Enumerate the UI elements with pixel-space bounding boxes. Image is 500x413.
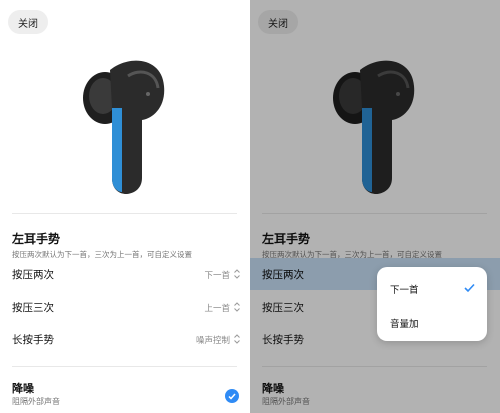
row-label: 长按手势 xyxy=(12,334,54,346)
settings-panel-right: 关闭 左耳手势 按压两次默认为下一首，三次为上一首，可自定义设置 按压两次 按压… xyxy=(250,0,500,413)
popup-option-label: 音量加 xyxy=(390,319,419,330)
row-press-twice[interactable]: 按压两次 下一首 xyxy=(0,260,250,290)
row-press-three-times[interactable]: 按压三次 上一首 xyxy=(0,293,250,323)
popup-option-volume-up[interactable]: 音量加 xyxy=(377,305,487,339)
row-label: 按压两次 xyxy=(12,269,54,281)
settings-panel-left: 关闭 左耳手势 按压两次默认为下一首，三次为上一首，可自定义设置 按压两次 下一… xyxy=(0,0,250,413)
divider xyxy=(12,213,237,214)
popup-option-label: 下一首 xyxy=(390,285,419,296)
dim-overlay[interactable] xyxy=(250,0,500,413)
gesture-section-subtitle: 按压两次默认为下一首，三次为上一首，可自定义设置 xyxy=(12,250,192,259)
popup-option-next-track[interactable]: 下一首 xyxy=(377,271,487,305)
row-value: 下一首 xyxy=(204,271,230,281)
row-value: 上一首 xyxy=(204,304,230,314)
close-button[interactable]: 关闭 xyxy=(8,10,48,34)
check-icon xyxy=(464,283,475,293)
divider xyxy=(12,366,237,367)
row-label: 按压两次 xyxy=(262,269,304,281)
row-label: 按压三次 xyxy=(12,302,54,314)
gesture-section-title: 左耳手势 xyxy=(12,232,61,246)
noise-cancel-title: 降噪 xyxy=(12,382,34,395)
earbud-image xyxy=(83,60,165,194)
noise-cancel-checkbox[interactable] xyxy=(225,389,239,403)
row-value: 噪声控制 xyxy=(195,336,230,346)
check-icon xyxy=(228,393,236,400)
up-down-chevron-icon xyxy=(234,269,240,279)
up-down-chevron-icon xyxy=(234,302,240,312)
noise-cancel-subtitle: 阻隔外部声音 xyxy=(12,397,60,406)
option-popup-menu: 下一首 音量加 xyxy=(377,267,487,341)
row-long-press[interactable]: 长按手势 噪声控制 xyxy=(0,325,250,355)
up-down-chevron-icon xyxy=(234,334,240,344)
